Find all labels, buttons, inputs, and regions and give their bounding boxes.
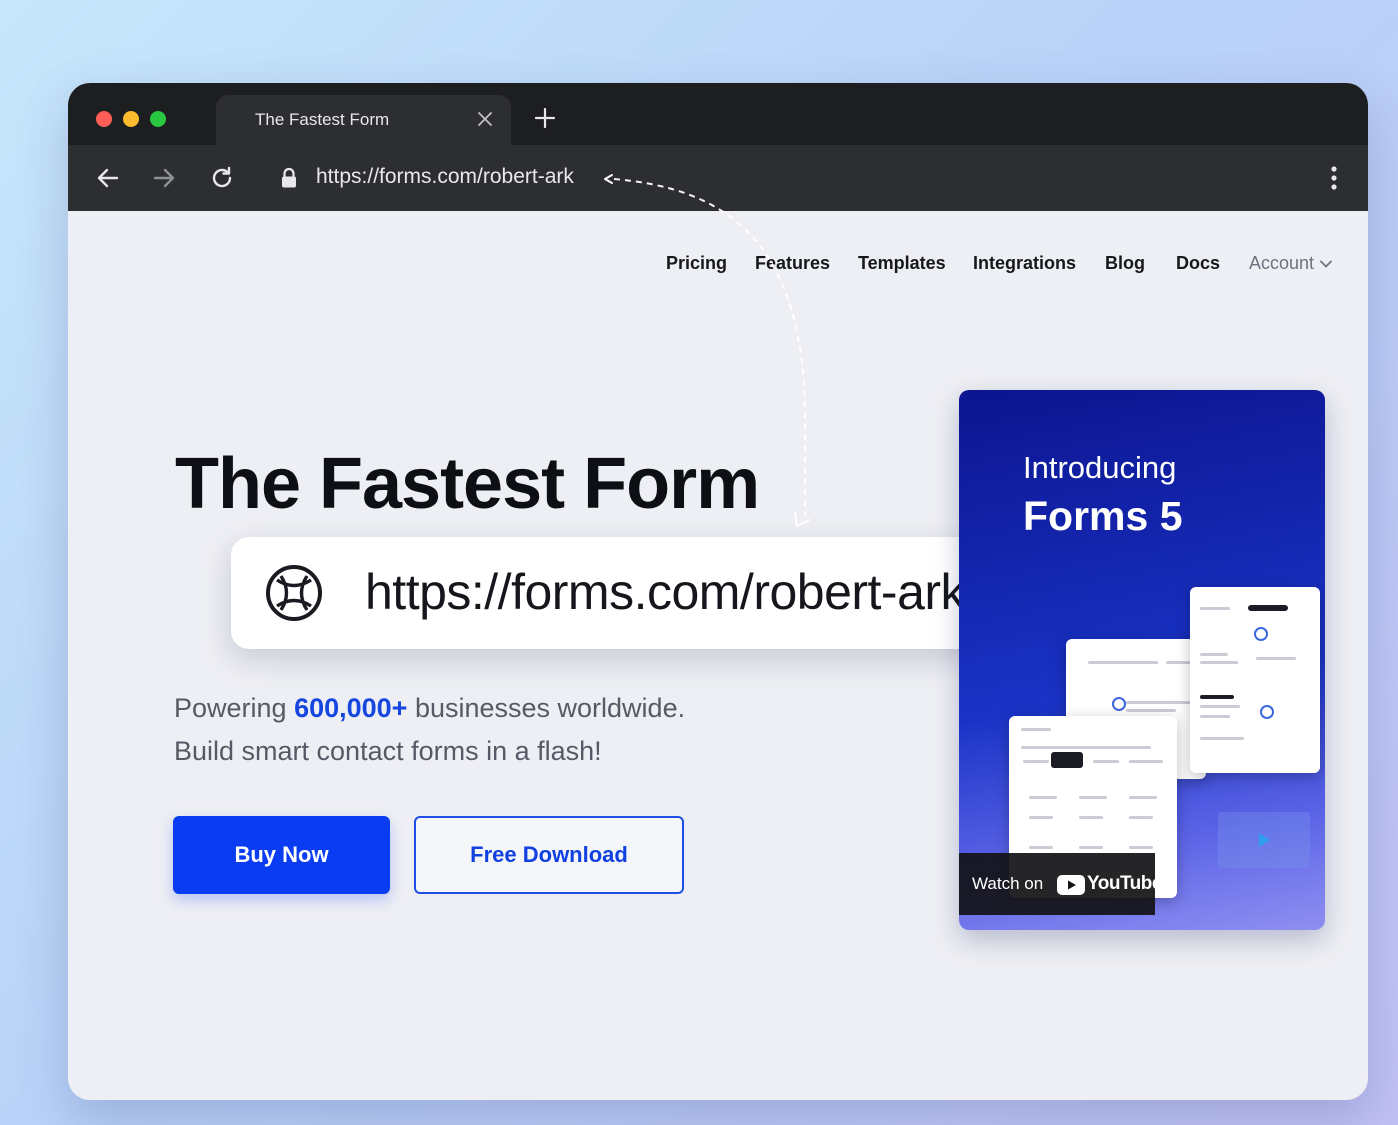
tagline-post: businesses worldwide. xyxy=(407,693,686,723)
plus-icon[interactable] xyxy=(534,107,556,129)
tagline-line2: Build smart contact forms in a flash! xyxy=(174,736,602,766)
play-icon xyxy=(1259,833,1270,847)
maximize-window-button[interactable] xyxy=(150,111,166,127)
url-callout-text: https://forms.com/robert-ark xyxy=(365,564,966,620)
hero-title: The Fastest Form xyxy=(175,444,760,524)
kebab-menu-icon[interactable] xyxy=(1330,165,1338,191)
hero-tagline: Powering 600,000+ businesses worldwide. … xyxy=(174,687,685,773)
promo-video-card[interactable]: Introducing Forms 5 Watch on YouTube xyxy=(959,390,1325,930)
play-button[interactable] xyxy=(1218,812,1310,868)
nav-pricing[interactable]: Pricing xyxy=(666,253,727,274)
minimize-window-button[interactable] xyxy=(123,111,139,127)
chevron-down-icon xyxy=(1320,260,1332,269)
lock-icon xyxy=(282,167,296,188)
browser-tab[interactable]: The Fastest Form xyxy=(216,95,511,145)
youtube-wordmark: YouTube xyxy=(1087,873,1162,894)
address-bar[interactable]: https://forms.com/robert-ark xyxy=(316,165,574,189)
nav-account-label: Account xyxy=(1249,253,1315,273)
arrow-right-icon[interactable] xyxy=(151,165,177,191)
nav-features[interactable]: Features xyxy=(755,253,830,274)
free-download-button[interactable]: Free Download xyxy=(414,816,684,894)
tagline-pre: Powering xyxy=(174,693,295,723)
promo-intro: Introducing xyxy=(1023,450,1177,485)
tab-bar: The Fastest Form xyxy=(68,83,1368,145)
watch-on-youtube-bar[interactable]: Watch on YouTube xyxy=(959,853,1162,915)
nav-blog[interactable]: Blog xyxy=(1105,253,1145,274)
nav-templates[interactable]: Templates xyxy=(858,253,946,274)
nav-integrations[interactable]: Integrations xyxy=(973,253,1076,274)
tagline-highlight: 600,000+ xyxy=(294,693,408,723)
nav-account[interactable]: Account xyxy=(1249,253,1332,274)
mock-screenshot-right xyxy=(1190,587,1320,773)
globe-icon xyxy=(266,565,322,621)
url-callout-card: https://forms.com/robert-ark xyxy=(231,537,1065,649)
tab-title: The Fastest Form xyxy=(255,110,390,129)
watch-on-label: Watch on xyxy=(972,874,1044,893)
arrow-left-icon[interactable] xyxy=(95,165,121,191)
close-icon[interactable] xyxy=(475,109,495,129)
nav-docs[interactable]: Docs xyxy=(1176,253,1220,274)
web-page: Pricing Features Templates Integrations … xyxy=(68,211,1368,1100)
browser-window: The Fastest Form https://forms.com/rober… xyxy=(68,83,1368,1100)
promo-product-name: Forms 5 xyxy=(1023,493,1183,539)
reload-icon[interactable] xyxy=(209,165,235,191)
youtube-logo-icon xyxy=(1057,875,1085,895)
close-window-button[interactable] xyxy=(96,111,112,127)
buy-now-button[interactable]: Buy Now xyxy=(173,816,390,894)
browser-toolbar: https://forms.com/robert-ark xyxy=(68,145,1368,211)
